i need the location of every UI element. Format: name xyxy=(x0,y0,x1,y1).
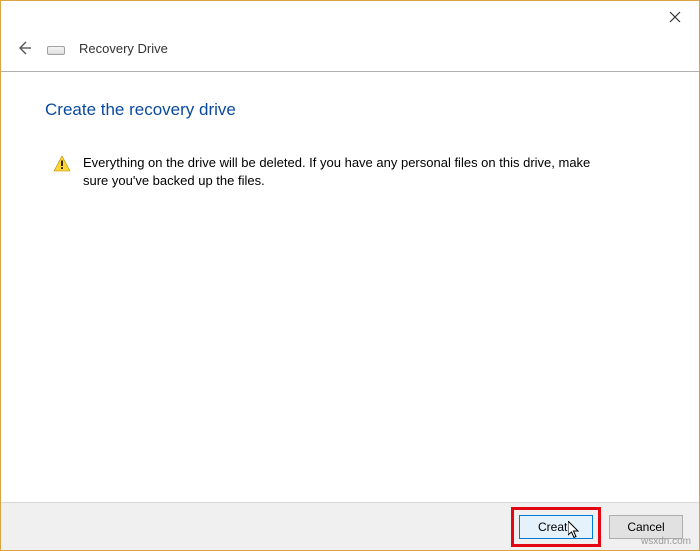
wizard-content: Create the recovery drive Everything on … xyxy=(1,72,699,189)
cancel-button[interactable]: Cancel xyxy=(609,515,683,539)
close-button[interactable] xyxy=(652,3,697,31)
warning-block: Everything on the drive will be deleted.… xyxy=(45,154,655,189)
warning-text: Everything on the drive will be deleted.… xyxy=(83,154,613,189)
warning-icon xyxy=(53,155,71,173)
close-icon xyxy=(669,11,681,23)
cancel-button-label: Cancel xyxy=(627,520,664,534)
back-arrow-icon xyxy=(15,39,33,57)
page-heading: Create the recovery drive xyxy=(45,100,655,120)
create-button[interactable]: Create xyxy=(519,515,593,539)
create-highlight: Create xyxy=(511,507,601,547)
wizard-header: Recovery Drive xyxy=(1,39,699,72)
watermark: wsxdn.com xyxy=(641,536,691,547)
titlebar xyxy=(1,1,699,39)
window-title: Recovery Drive xyxy=(79,41,168,56)
create-button-label: Create xyxy=(538,520,574,534)
recovery-drive-icon xyxy=(47,42,65,55)
back-button[interactable] xyxy=(15,39,33,57)
wizard-footer: Create Cancel xyxy=(1,502,699,550)
